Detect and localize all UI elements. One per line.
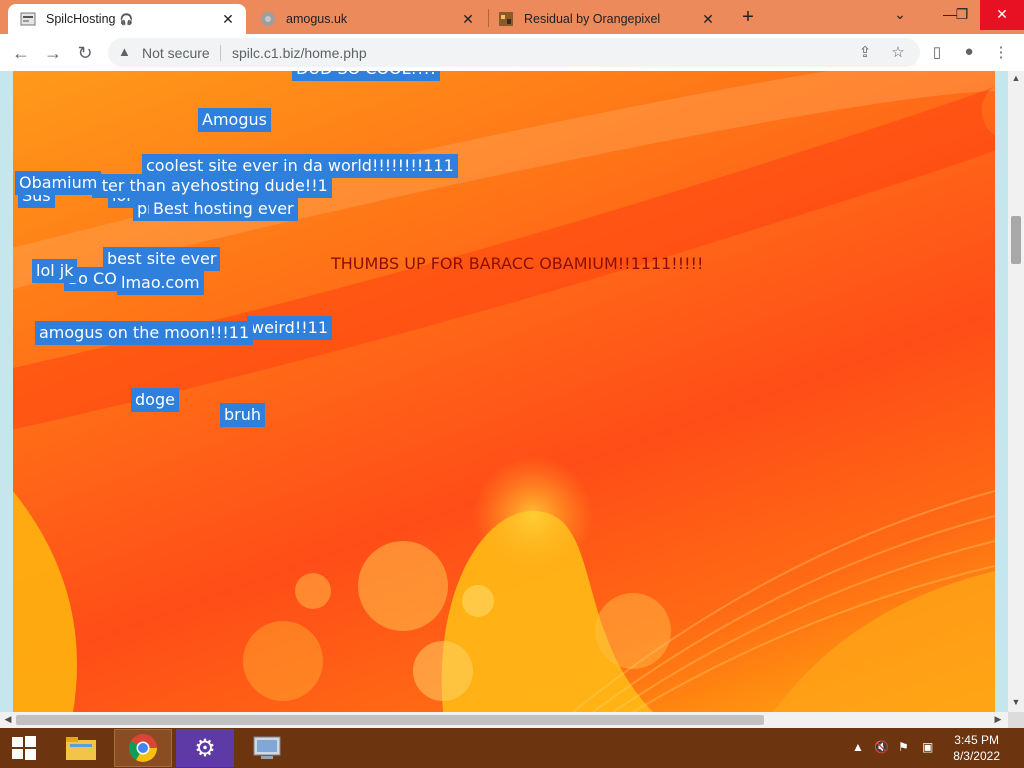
- network-icon[interactable]: ▣: [922, 740, 933, 754]
- taskbar: ⚙ ▲ 🔇 ⚑ ▣ 3:45 PM 8/3/2022: [0, 728, 1024, 768]
- comment-label: lol jk: [32, 259, 78, 283]
- show-hidden-icons-icon[interactable]: ▲: [852, 740, 864, 754]
- chrome-icon: [129, 734, 157, 762]
- window-close-button[interactable]: ✕: [980, 0, 1024, 30]
- tab-amogus[interactable]: amogus.uk ✕: [250, 4, 486, 34]
- back-arrow-icon[interactable]: ←: [10, 42, 32, 64]
- chrome-button[interactable]: [114, 729, 172, 767]
- comment-label: weird!!11: [247, 316, 333, 340]
- scroll-right-arrow-icon[interactable]: ▶: [990, 714, 1006, 725]
- vertical-scroll-thumb[interactable]: [1011, 216, 1021, 264]
- audio-badge-icon: 🎧: [119, 13, 134, 26]
- close-tab-icon[interactable]: ✕: [460, 11, 476, 28]
- comment-label: -ter than ayehosting dude!!1: [92, 174, 332, 198]
- scroll-up-arrow-icon[interactable]: ▲: [1008, 73, 1024, 83]
- close-tab-icon[interactable]: ✕: [700, 11, 716, 28]
- tab-title: Residual by Orangepixel: [524, 12, 661, 26]
- forward-arrow-icon[interactable]: →: [42, 42, 64, 64]
- tab-strip: SpilcHosting 🎧 ✕ amogus.uk ✕ Residual by…: [0, 0, 1024, 34]
- action-flag-icon[interactable]: ⚑: [898, 740, 909, 754]
- tab-spilchosting[interactable]: SpilcHosting 🎧 ✕: [8, 4, 246, 34]
- maximize-button[interactable]: ❐: [942, 0, 982, 30]
- comment-label: DUD SO COOL!!!!: [292, 71, 441, 81]
- site-favicon-icon: [20, 11, 36, 27]
- start-button[interactable]: [0, 729, 48, 767]
- scrollbar-corner: [1008, 712, 1024, 728]
- file-explorer-button[interactable]: [52, 729, 110, 767]
- url-text[interactable]: spilc.c1.biz/home.php: [232, 45, 367, 61]
- horizontal-scroll-thumb[interactable]: [16, 715, 764, 725]
- tab-search-icon[interactable]: ⌄: [880, 0, 920, 30]
- warning-triangle-icon[interactable]: ▲: [118, 44, 131, 59]
- system-clock[interactable]: 3:45 PM 8/3/2022: [953, 732, 1000, 764]
- menu-kebab-icon[interactable]: ⋮: [991, 43, 1011, 61]
- comment-label: doge: [131, 388, 179, 412]
- vertical-scrollbar[interactable]: ▲ ▼: [1008, 71, 1024, 712]
- system-app-button[interactable]: [238, 729, 296, 767]
- browser-toolbar: ← → ↻ ▲ Not secure spilc.c1.biz/home.php…: [0, 34, 1024, 71]
- page-viewport: DUD SO COOL!!!! Amogus Sus lol xt pr coo…: [0, 71, 1008, 712]
- volume-muted-icon[interactable]: 🔇: [874, 740, 889, 754]
- scroll-left-arrow-icon[interactable]: ◀: [0, 714, 16, 725]
- comment-label: lmao.com: [117, 271, 204, 295]
- close-tab-icon[interactable]: ✕: [220, 11, 236, 28]
- bookmark-star-icon[interactable]: ☆: [888, 43, 908, 61]
- share-icon[interactable]: ⇪: [855, 43, 875, 61]
- settings-app-button[interactable]: ⚙: [176, 729, 234, 767]
- reload-icon[interactable]: ↻: [74, 42, 96, 64]
- address-bar[interactable]: ▲ Not secure spilc.c1.biz/home.php ⇪ ☆: [108, 38, 920, 67]
- comment-label: Amogus: [198, 108, 271, 132]
- tab-residual[interactable]: Residual by Orangepixel ✕: [490, 4, 726, 34]
- banner-text: THUMBS UP FOR BARACC OBAMIUM!!1111!!!!!: [331, 254, 704, 273]
- clock-time: 3:45 PM: [954, 733, 999, 747]
- tab-separator: [488, 9, 489, 27]
- comment-label: Obamium: [15, 171, 102, 195]
- clock-date: 8/3/2022: [953, 749, 1000, 763]
- globe-favicon-icon: [260, 11, 276, 27]
- security-label[interactable]: Not secure: [142, 45, 210, 61]
- omnibox-divider: [220, 45, 221, 61]
- comment-label: Best hosting ever: [149, 197, 298, 221]
- folder-icon: [66, 737, 96, 760]
- windows-logo-icon: [12, 736, 36, 760]
- comment-label: best site ever: [103, 247, 221, 271]
- new-tab-button[interactable]: +: [738, 6, 758, 29]
- comment-label: bruh: [220, 403, 266, 427]
- comment-label: amogus on the moon!!!11: [35, 321, 254, 345]
- monitor-icon: [253, 736, 281, 759]
- side-panel-icon[interactable]: ▯: [927, 43, 947, 61]
- tab-title: SpilcHosting: [46, 12, 116, 26]
- horizontal-scrollbar[interactable]: ◀ ▶: [0, 712, 1008, 728]
- profile-avatar-icon[interactable]: ●: [959, 43, 979, 60]
- scroll-down-arrow-icon[interactable]: ▼: [1008, 697, 1024, 707]
- gear-icon: ⚙: [194, 734, 216, 762]
- tab-title: amogus.uk: [286, 12, 348, 26]
- game-favicon-icon: [498, 11, 514, 27]
